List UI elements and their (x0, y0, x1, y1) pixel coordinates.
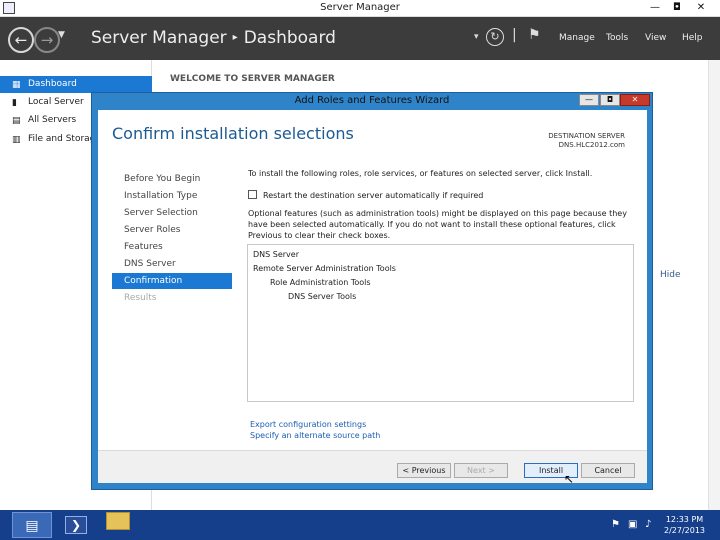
clock-time: 12:33 PM (665, 515, 704, 524)
next-button: Next > (454, 463, 508, 478)
restart-label: Restart the destination server automatic… (263, 191, 484, 200)
wizard-minimize-button[interactable]: — (579, 94, 599, 106)
action-center-flag-icon[interactable]: ⚑ (611, 519, 620, 530)
server-icon: ▮ (12, 98, 17, 108)
clock-date: 2/27/2013 (664, 526, 706, 535)
intro-text: To install the following roles, role ser… (248, 169, 593, 178)
step-server-selection[interactable]: Server Selection (112, 205, 232, 221)
taskbar-clock[interactable]: 12:33 PM 2/27/2013 (664, 514, 705, 536)
wizard-heading: Confirm installation selections (112, 124, 354, 143)
restart-checkbox[interactable] (248, 190, 257, 199)
sidebar-item-label: File and Storag (28, 134, 96, 144)
notifications-flag-icon[interactable]: ⚑ (528, 27, 541, 43)
menu-help[interactable]: Help (682, 33, 703, 43)
list-item: Remote Server Administration Tools (253, 264, 396, 273)
separator-bar: | (512, 27, 517, 43)
sidebar-item-label: All Servers (28, 115, 77, 125)
mouse-pointer-icon: ↖ (564, 472, 575, 486)
dashboard-icon: ▦ (12, 80, 21, 90)
menu-manage[interactable]: Manage (559, 33, 595, 43)
step-dns-server[interactable]: DNS Server (112, 256, 232, 272)
list-item: DNS Server (253, 250, 299, 259)
step-confirmation[interactable]: Confirmation (112, 273, 232, 289)
restart-option[interactable]: Restart the destination server automatic… (248, 190, 483, 200)
vertical-scrollbar[interactable] (708, 60, 720, 510)
server-manager-header: ← → ▼ Server Manager ▸ Dashboard ▾ ↻ | ⚑ M… (0, 17, 720, 60)
maximize-button[interactable]: ◘ (668, 1, 686, 15)
add-roles-wizard-dialog: Add Roles and Features Wizard — ◘ ✕ Conf… (91, 92, 653, 490)
powershell-icon[interactable]: ❯ (58, 512, 94, 538)
alternate-source-link[interactable]: Specify an alternate source path (250, 431, 380, 440)
step-installation-type[interactable]: Installation Type (112, 188, 232, 204)
feature-list: DNS Server Remote Server Administration … (247, 244, 634, 402)
destination-server-label: DESTINATION SERVER (548, 132, 625, 140)
volume-icon[interactable]: ♪ (645, 519, 651, 530)
wizard-maximize-button[interactable]: ◘ (600, 94, 620, 106)
refresh-icon[interactable]: ↻ (486, 28, 504, 46)
close-button[interactable]: ✕ (692, 1, 710, 15)
forward-icon[interactable]: → (34, 27, 60, 53)
destination-server-value: DNS.HLC2012.com (558, 141, 625, 149)
refresh-dropdown-icon[interactable]: ▾ (474, 32, 479, 42)
list-item: Role Administration Tools (270, 278, 371, 287)
step-results: Results (124, 293, 157, 303)
sidebar-item-label: Dashboard (28, 79, 77, 89)
sidebar-item-dashboard[interactable]: ▦ Dashboard (0, 76, 152, 93)
step-server-roles[interactable]: Server Roles (112, 222, 232, 238)
cancel-button[interactable]: Cancel (581, 463, 635, 478)
breadcrumb-page: Dashboard (243, 28, 336, 48)
wizard-body: Confirm installation selections DESTINAT… (98, 110, 647, 483)
file-explorer-icon[interactable] (100, 512, 136, 538)
servers-icon: ▤ (12, 116, 21, 126)
taskbar: ▤ ❯ ⚑ ▣ ♪ 12:33 PM 2/27/2013 (0, 510, 720, 540)
window-title: Server Manager (320, 2, 400, 13)
wizard-title: Add Roles and Features Wizard (294, 95, 450, 106)
breadcrumb-root[interactable]: Server Manager (91, 28, 227, 48)
wizard-close-button[interactable]: ✕ (620, 94, 650, 106)
list-item: DNS Server Tools (288, 292, 357, 301)
server-manager-icon[interactable]: ▤ (12, 512, 52, 538)
previous-button[interactable]: < Previous (397, 463, 451, 478)
welcome-heading: WELCOME TO SERVER MANAGER (170, 74, 335, 84)
step-features[interactable]: Features (112, 239, 232, 255)
optional-features-note: Optional features (such as administratio… (248, 209, 627, 240)
minimize-button[interactable]: — (646, 1, 664, 15)
server-manager-titlebar: Server Manager — ◘ ✕ (0, 0, 720, 17)
hide-link[interactable]: Hide (660, 270, 681, 280)
step-before-you-begin[interactable]: Before You Begin (112, 171, 232, 187)
sidebar-item-label: Local Server (28, 97, 84, 107)
menu-view[interactable]: View (645, 33, 666, 43)
storage-icon: ▥ (12, 135, 21, 145)
export-settings-link[interactable]: Export configuration settings (250, 420, 366, 429)
network-icon[interactable]: ▣ (628, 519, 637, 530)
breadcrumb-separator-icon: ▸ (232, 32, 238, 43)
menu-tools[interactable]: Tools (606, 33, 628, 43)
breadcrumb: Server Manager ▸ Dashboard (91, 28, 336, 48)
history-dropdown-icon[interactable]: ▼ (58, 30, 65, 40)
back-icon[interactable]: ← (8, 27, 34, 53)
